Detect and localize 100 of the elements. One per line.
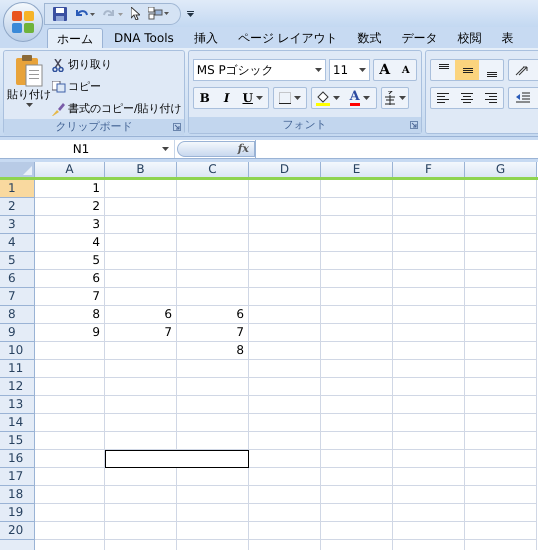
ribbon-tab[interactable]: データ (392, 28, 447, 48)
group-label: クリップボード (55, 118, 132, 135)
paste-button[interactable]: 貼り付け (6, 55, 52, 119)
column-header[interactable]: E (321, 162, 393, 177)
dropdown-caret-icon (314, 68, 322, 72)
cell (105, 378, 177, 396)
cut-button[interactable]: 切り取り (52, 55, 182, 75)
shrink-font-button[interactable]: A (396, 60, 416, 80)
cell (393, 468, 465, 486)
cell (321, 378, 393, 396)
cell (249, 288, 321, 306)
font-color-button[interactable]: A (344, 88, 376, 108)
cell: 7 (105, 324, 177, 342)
italic-button[interactable]: I (216, 88, 238, 108)
row-header[interactable]: 12 (0, 378, 35, 396)
column-header[interactable]: B (105, 162, 177, 177)
copy-button[interactable]: コピー (52, 77, 182, 97)
decrease-indent-icon[interactable] (516, 92, 530, 104)
row-header[interactable]: 19 (0, 504, 35, 522)
underline-button[interactable]: U (238, 88, 268, 108)
name-box-caret-icon (162, 147, 169, 151)
row-header[interactable]: 8 (0, 306, 35, 324)
row-header[interactable]: 9 (0, 324, 35, 342)
row-header[interactable]: 18 (0, 486, 35, 504)
ribbon-tab[interactable]: 校閲 (448, 28, 491, 48)
cell (177, 252, 249, 270)
row-header[interactable]: 13 (0, 396, 35, 414)
row-header[interactable]: 1 (0, 180, 35, 198)
font-size-dropdown[interactable]: 11 (328, 59, 370, 81)
column-header[interactable]: G (465, 162, 537, 177)
dialog-launcher-icon[interactable] (410, 121, 418, 129)
borders-button[interactable] (272, 87, 307, 109)
row-header[interactable]: 11 (0, 360, 35, 378)
alignment-button[interactable] (454, 60, 479, 80)
caret-icon (294, 96, 301, 100)
ribbon-tab[interactable]: 数式 (348, 28, 391, 48)
cell: 1 (35, 180, 105, 198)
cell (105, 252, 177, 270)
cell (393, 288, 465, 306)
row-header[interactable]: 2 (0, 198, 35, 216)
cell (393, 360, 465, 378)
row-header[interactable]: 3 (0, 216, 35, 234)
shapes-icon[interactable] (148, 7, 170, 20)
row-header[interactable]: 14 (0, 414, 35, 432)
column-header[interactable]: D (249, 162, 321, 177)
cell (249, 360, 321, 378)
cell (321, 288, 393, 306)
row-header[interactable]: 4 (0, 234, 35, 252)
office-button[interactable] (3, 2, 43, 42)
cell: 6 (35, 270, 105, 288)
dialog-launcher-icon[interactable] (172, 123, 181, 131)
pointer-icon[interactable] (131, 7, 140, 20)
corner-triangle-icon (23, 166, 32, 175)
ribbon-tab[interactable]: 表 (492, 28, 523, 48)
cell (465, 324, 537, 342)
name-box[interactable]: N1 (0, 140, 175, 158)
cell (35, 396, 105, 414)
row-header[interactable]: 5 (0, 252, 35, 270)
format-painter-button[interactable]: 書式のコピー/貼り付け (52, 99, 182, 119)
cell (35, 522, 105, 540)
ribbon-tab[interactable]: ページ レイアウト (228, 28, 347, 48)
customize-toolbar-icon[interactable] (187, 10, 194, 16)
cell (393, 378, 465, 396)
cell (393, 414, 465, 432)
save-icon[interactable] (53, 6, 67, 20)
caret-icon (256, 96, 263, 100)
caret-icon (332, 96, 340, 100)
cell (105, 180, 177, 198)
cell (105, 342, 177, 360)
cell (465, 342, 537, 360)
ribbon-tab[interactable]: ホーム (47, 28, 103, 48)
bold-button[interactable]: B (194, 88, 216, 108)
row-header[interactable]: 7 (0, 288, 35, 306)
grow-font-button[interactable]: A (374, 60, 396, 80)
ribbon-tab[interactable]: DNA Tools (105, 28, 183, 48)
ribbon-tab[interactable]: 挿入 (184, 28, 227, 48)
row-header[interactable]: 10 (0, 342, 35, 360)
row-header[interactable]: 16 (0, 450, 35, 468)
cell (321, 270, 393, 288)
align-top-icon (436, 64, 449, 69)
row-header[interactable]: 15 (0, 432, 35, 450)
cell (321, 252, 393, 270)
cell (465, 486, 537, 504)
font-name-dropdown[interactable]: MS Pゴシック (192, 59, 326, 81)
column-header[interactable]: F (393, 162, 465, 177)
row-header[interactable]: 17 (0, 468, 35, 486)
cell (177, 216, 249, 234)
cell (465, 432, 537, 450)
phonetic-button[interactable] (380, 87, 409, 109)
column-header[interactable]: C (177, 162, 249, 177)
cell (105, 522, 177, 540)
align-middle-icon (460, 68, 473, 72)
column-header[interactable]: A (35, 162, 105, 177)
cell (249, 432, 321, 450)
cell (321, 234, 393, 252)
insert-function-button[interactable]: fx (177, 141, 255, 157)
row-header[interactable]: 20 (0, 522, 35, 540)
cell: 7 (35, 288, 105, 306)
cell (177, 432, 249, 450)
row-header[interactable]: 6 (0, 270, 35, 288)
